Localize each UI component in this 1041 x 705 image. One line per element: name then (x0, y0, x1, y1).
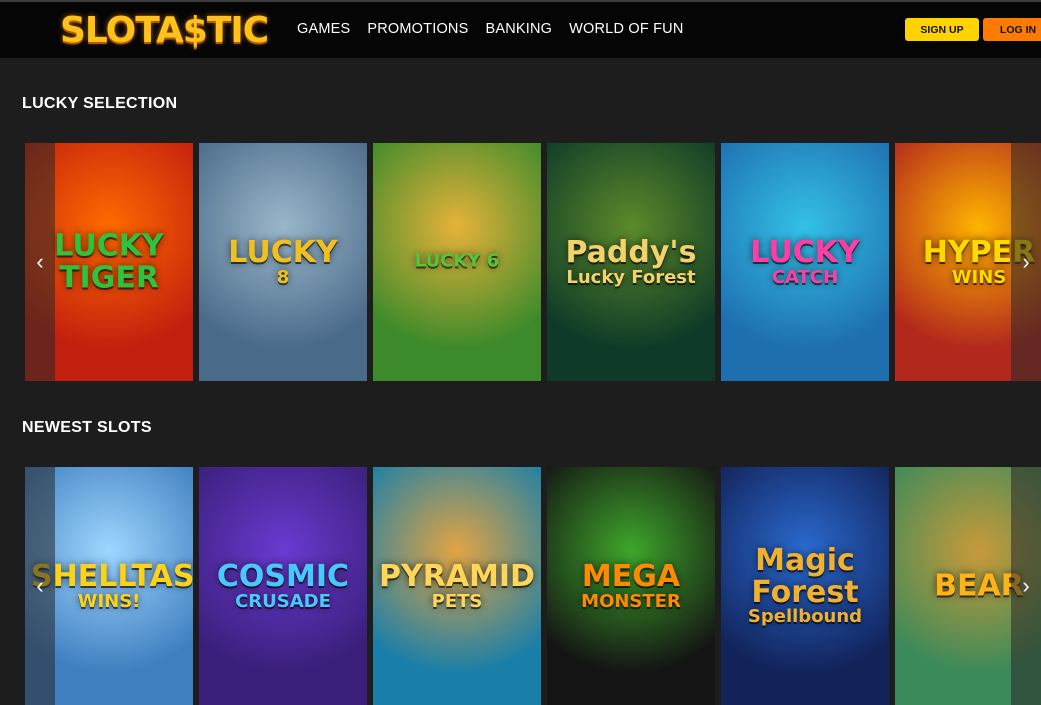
game-title: Magic Forest Spellbound (721, 545, 889, 627)
sign-up-button[interactable]: SIGN UP (905, 18, 979, 41)
game-title-main: LUCKY (228, 234, 338, 270)
game-title-sub: PETS (431, 590, 483, 612)
game-tile[interactable]: LUCKY CATCH (721, 143, 889, 381)
carousel-prev-arrow[interactable]: ‹ (25, 467, 55, 705)
game-tile[interactable]: Magic Forest Spellbound (721, 467, 889, 705)
game-title-sub: CRUSADE (235, 590, 331, 612)
game-title-main: COSMIC (216, 558, 350, 594)
game-title-main: MEGA (581, 558, 681, 594)
game-row-newest-slots: SHELLTASTICWINS!COSMICCRUSADEPYRAMIDPETS… (25, 467, 1041, 705)
slotastic-logo[interactable]: SLOTA$TIC (60, 10, 269, 51)
game-tile[interactable]: PYRAMID PETS (373, 467, 541, 705)
game-tile[interactable]: Paddy's Lucky Forest (547, 143, 715, 381)
game-title: LUCKY 8 (199, 237, 367, 287)
game-tile[interactable]: LUCKY 6 (373, 143, 541, 381)
nav-promotions[interactable]: PROMOTIONS (367, 21, 468, 37)
game-title-sub: CATCH (771, 266, 839, 288)
game-title: LUCKY 6 (373, 250, 541, 272)
game-title-main: Paddy's (565, 234, 697, 270)
game-title-sub: 8 (276, 266, 290, 288)
main-nav: GAMES PROMOTIONS BANKING WORLD OF FUN (297, 21, 684, 37)
game-title: LUCKY CATCH (721, 237, 889, 287)
game-title-main: SHELLTASTIC (31, 558, 193, 594)
carousel-prev-arrow[interactable]: ‹ (25, 143, 55, 381)
game-title-sub: Spellbound (747, 606, 863, 628)
game-title: PYRAMID PETS (373, 561, 541, 611)
section-title-lucky-selection: LUCKY SELECTION (22, 95, 178, 112)
game-title-sub: MONSTER (581, 590, 681, 612)
nav-banking[interactable]: BANKING (485, 21, 552, 37)
top-navigation-bar: SLOTA$TIC GAMES PROMOTIONS BANKING WORLD… (0, 0, 1041, 58)
carousel-next-arrow[interactable]: › (1011, 467, 1041, 705)
game-title-main: LUCKY (750, 234, 860, 270)
game-title: MEGA MONSTER (547, 561, 715, 611)
nav-world-of-fun[interactable]: WORLD OF FUN (569, 21, 683, 37)
carousel-next-arrow[interactable]: › (1011, 143, 1041, 381)
game-row-lucky-selection: LUCKY TIGER LUCKY 8 LUCKY 6 Paddy's Lucky For… (25, 143, 1041, 381)
game-tile[interactable]: COSMIC CRUSADE (199, 467, 367, 705)
section-title-newest-slots: NEWEST SLOTS (22, 419, 152, 436)
game-tile[interactable]: LUCKY 8 (199, 143, 367, 381)
game-title-sub: Lucky Forest (566, 266, 696, 288)
game-title: Paddy's Lucky Forest (547, 237, 715, 287)
nav-games[interactable]: GAMES (297, 21, 350, 37)
game-title: COSMIC CRUSADE (199, 561, 367, 611)
log-in-button[interactable]: LOG IN (983, 18, 1041, 41)
game-title-main: Magic Forest (751, 543, 859, 610)
game-title-sub: LUCKY 6 (414, 250, 500, 272)
game-title-main: PYRAMID (379, 558, 535, 594)
game-title-main: LUCKY TIGER (54, 228, 164, 295)
game-tile[interactable]: MEGA MONSTER (547, 467, 715, 705)
